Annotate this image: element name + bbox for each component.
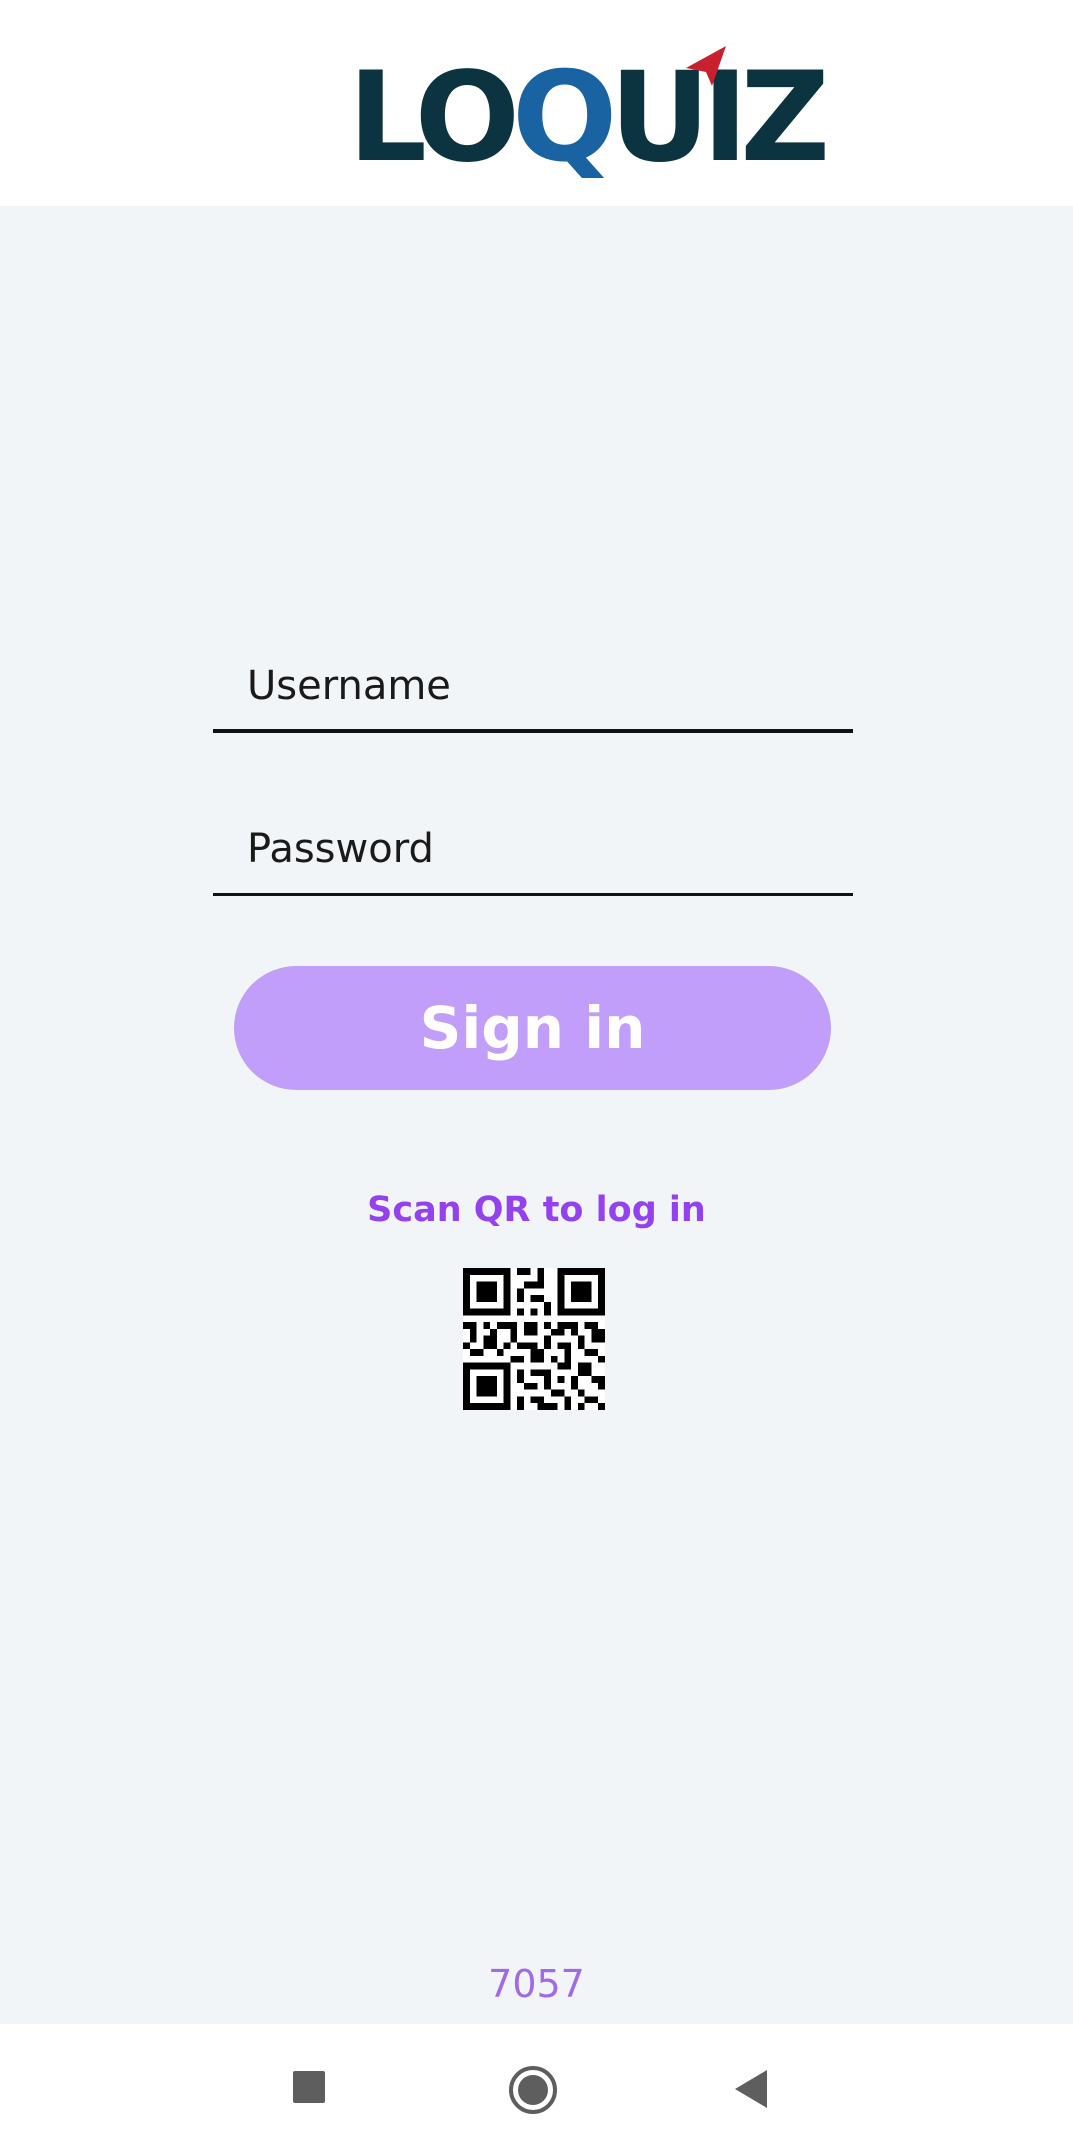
qr-code-icon[interactable] — [463, 1268, 605, 1410]
back-button[interactable] — [693, 2024, 813, 2155]
password-field[interactable] — [213, 806, 853, 896]
scan-qr-link[interactable]: Scan QR to log in — [0, 1190, 1073, 1230]
logo-arrow-icon — [686, 46, 726, 86]
home-button[interactable] — [473, 2024, 593, 2155]
username-underline — [213, 729, 853, 733]
app-header: LOQUIZ — [0, 0, 1073, 206]
android-nav-bar — [0, 2024, 1073, 2155]
back-triangle-icon — [735, 2070, 767, 2108]
version-number: 7057 — [488, 1962, 585, 2006]
loquiz-logo: LOQUIZ — [348, 46, 830, 190]
username-field[interactable] — [213, 643, 853, 733]
recents-button[interactable] — [249, 2024, 369, 2155]
password-input[interactable] — [213, 806, 853, 892]
password-underline — [213, 893, 853, 896]
recents-square-icon — [293, 2071, 325, 2103]
username-input[interactable] — [213, 643, 853, 729]
sign-in-button[interactable]: Sign in — [234, 966, 831, 1090]
